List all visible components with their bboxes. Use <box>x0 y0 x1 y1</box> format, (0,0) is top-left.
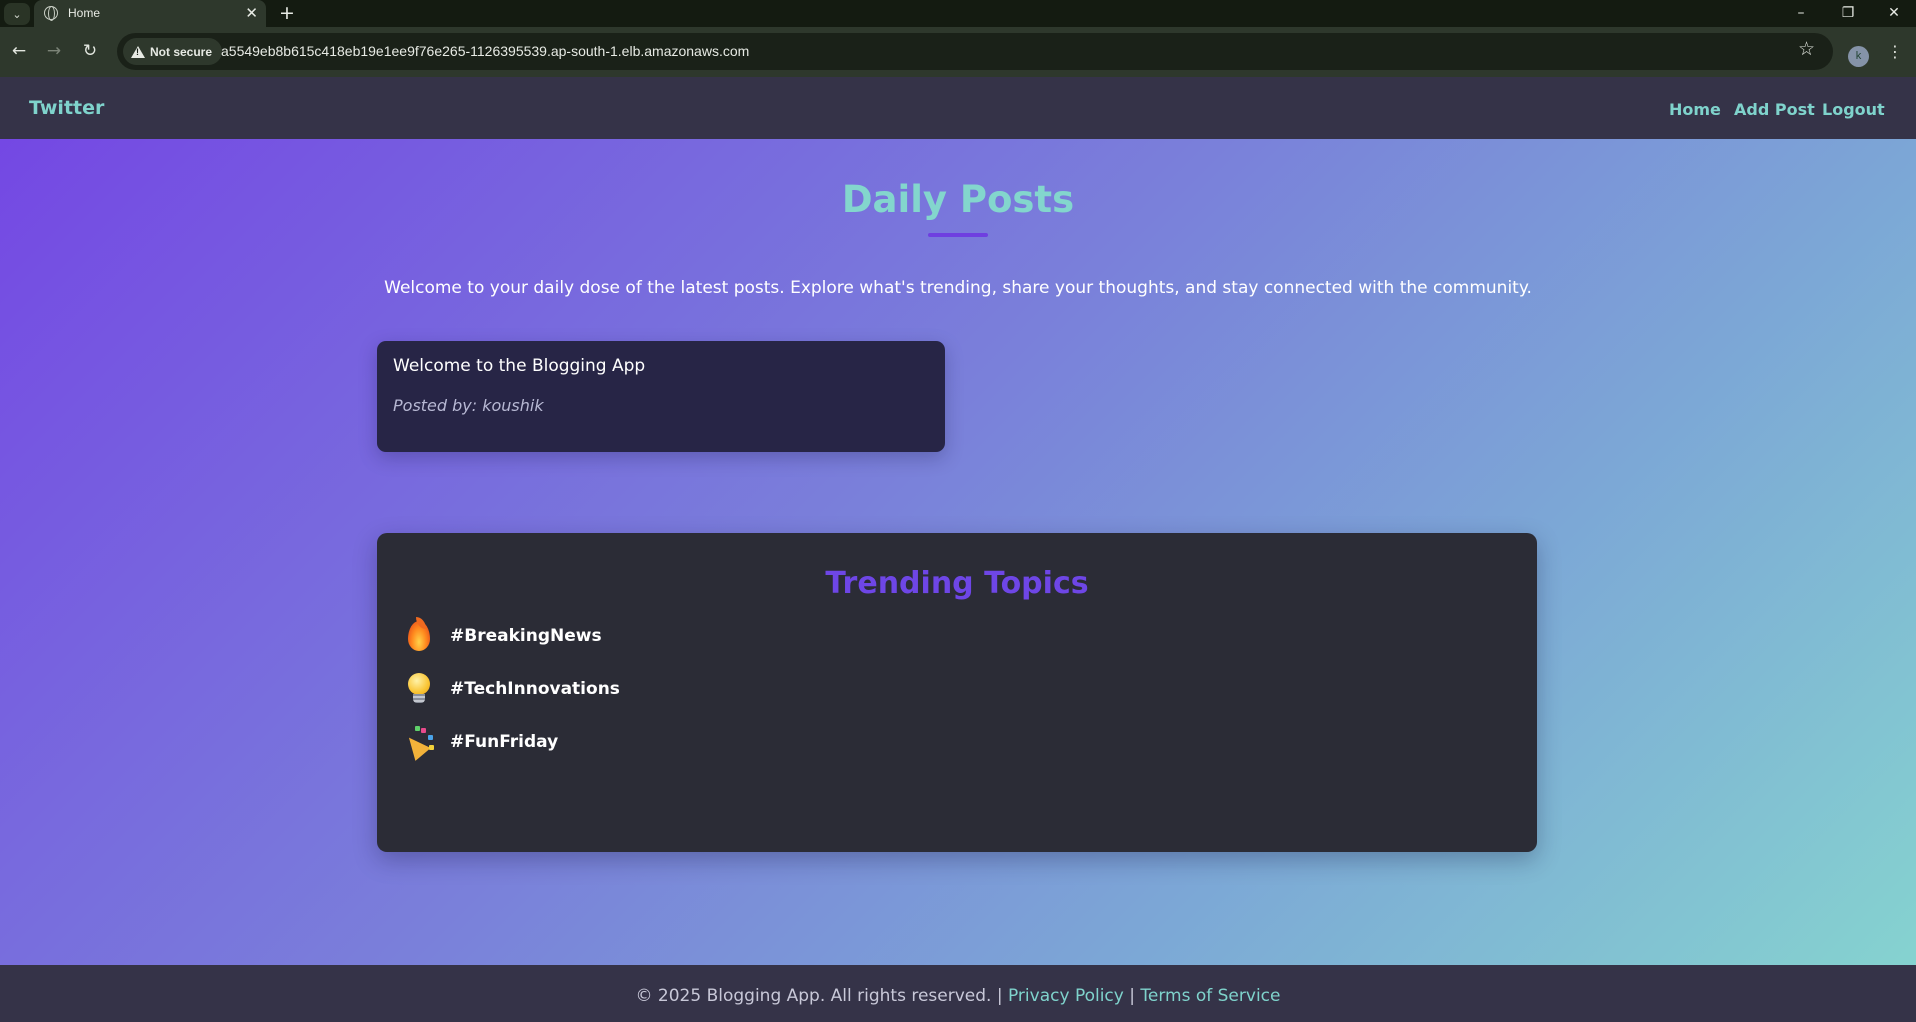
trending-topic-item[interactable]: #FunFriday <box>401 725 558 761</box>
warning-icon <box>131 45 145 58</box>
post-author: Posted by: koushik <box>393 396 544 415</box>
trending-topic-item[interactable]: #TechInnovations <box>401 672 620 706</box>
topic-label[interactable]: #BreakingNews <box>450 626 602 646</box>
trending-title: Trending Topics <box>825 566 1089 601</box>
title-underline <box>928 233 988 237</box>
footer-copyright: © 2025 Blogging App. All rights reserved… <box>635 986 992 1006</box>
topic-label[interactable]: #TechInnovations <box>450 679 620 699</box>
post-card[interactable]: Welcome to the Blogging App Posted by: k… <box>377 341 945 452</box>
party-popper-icon <box>401 725 435 761</box>
footer-separator: | <box>996 986 1003 1006</box>
trending-topic-item[interactable]: #BreakingNews <box>401 617 602 653</box>
close-window-icon[interactable]: ✕ <box>1872 2 1916 24</box>
nav-add-post-link[interactable]: Add Post <box>1734 100 1815 119</box>
page-body: Twitter Home Add Post Logout Daily Posts… <box>0 77 1916 1022</box>
browser-menu-icon[interactable]: ⋮ <box>1887 42 1903 62</box>
minimize-icon[interactable]: – <box>1779 2 1823 24</box>
back-arrow-icon[interactable]: ← <box>9 41 29 61</box>
page-title: Daily Posts <box>841 178 1075 221</box>
forward-arrow-icon[interactable]: → <box>44 41 64 61</box>
trending-topics-panel: Trending Topics #BreakingNews #TechInnov… <box>377 533 1537 852</box>
site-header: Twitter Home Add Post Logout <box>0 77 1916 139</box>
fire-icon <box>401 617 435 653</box>
terms-of-service-link[interactable]: Terms of Service <box>1140 986 1280 1006</box>
privacy-policy-link[interactable]: Privacy Policy <box>1008 986 1124 1006</box>
security-indicator[interactable]: Not secure <box>123 38 223 65</box>
url-text[interactable]: a5549eb8b615c418eb19e1ee9f76e265-1126395… <box>221 43 749 59</box>
post-title[interactable]: Welcome to the Blogging App <box>393 356 645 376</box>
address-bar[interactable]: Not secure a5549eb8b615c418eb19e1ee9f76e… <box>117 33 1833 70</box>
security-label: Not secure <box>150 44 213 59</box>
close-tab-icon[interactable]: ✕ <box>245 3 258 23</box>
profile-avatar[interactable]: k <box>1848 46 1869 67</box>
lightbulb-icon <box>401 672 435 706</box>
site-footer: © 2025 Blogging App. All rights reserved… <box>0 965 1916 1022</box>
topic-label[interactable]: #FunFriday <box>450 732 558 752</box>
intro-text: Welcome to your daily dose of the latest… <box>384 278 1532 298</box>
globe-icon <box>44 6 58 21</box>
browser-tab-strip: ⌄ Home ✕ + – ❐ ✕ <box>0 0 1916 27</box>
tab-search-chevron-icon[interactable]: ⌄ <box>4 3 30 25</box>
browser-toolbar: ← → ↻ Not secure a5549eb8b615c418eb19e1e… <box>0 27 1916 77</box>
new-tab-button[interactable]: + <box>279 1 295 25</box>
bookmark-star-icon[interactable]: ☆ <box>1798 39 1815 59</box>
restore-icon[interactable]: ❐ <box>1826 2 1870 24</box>
browser-tab[interactable]: Home ✕ <box>34 0 266 27</box>
tab-title: Home <box>68 6 101 20</box>
nav-logout-link[interactable]: Logout <box>1822 100 1885 119</box>
brand-logo[interactable]: Twitter <box>29 97 104 119</box>
nav-home-link[interactable]: Home <box>1669 100 1721 119</box>
reload-icon[interactable]: ↻ <box>80 41 100 61</box>
footer-separator: | <box>1129 986 1135 1006</box>
